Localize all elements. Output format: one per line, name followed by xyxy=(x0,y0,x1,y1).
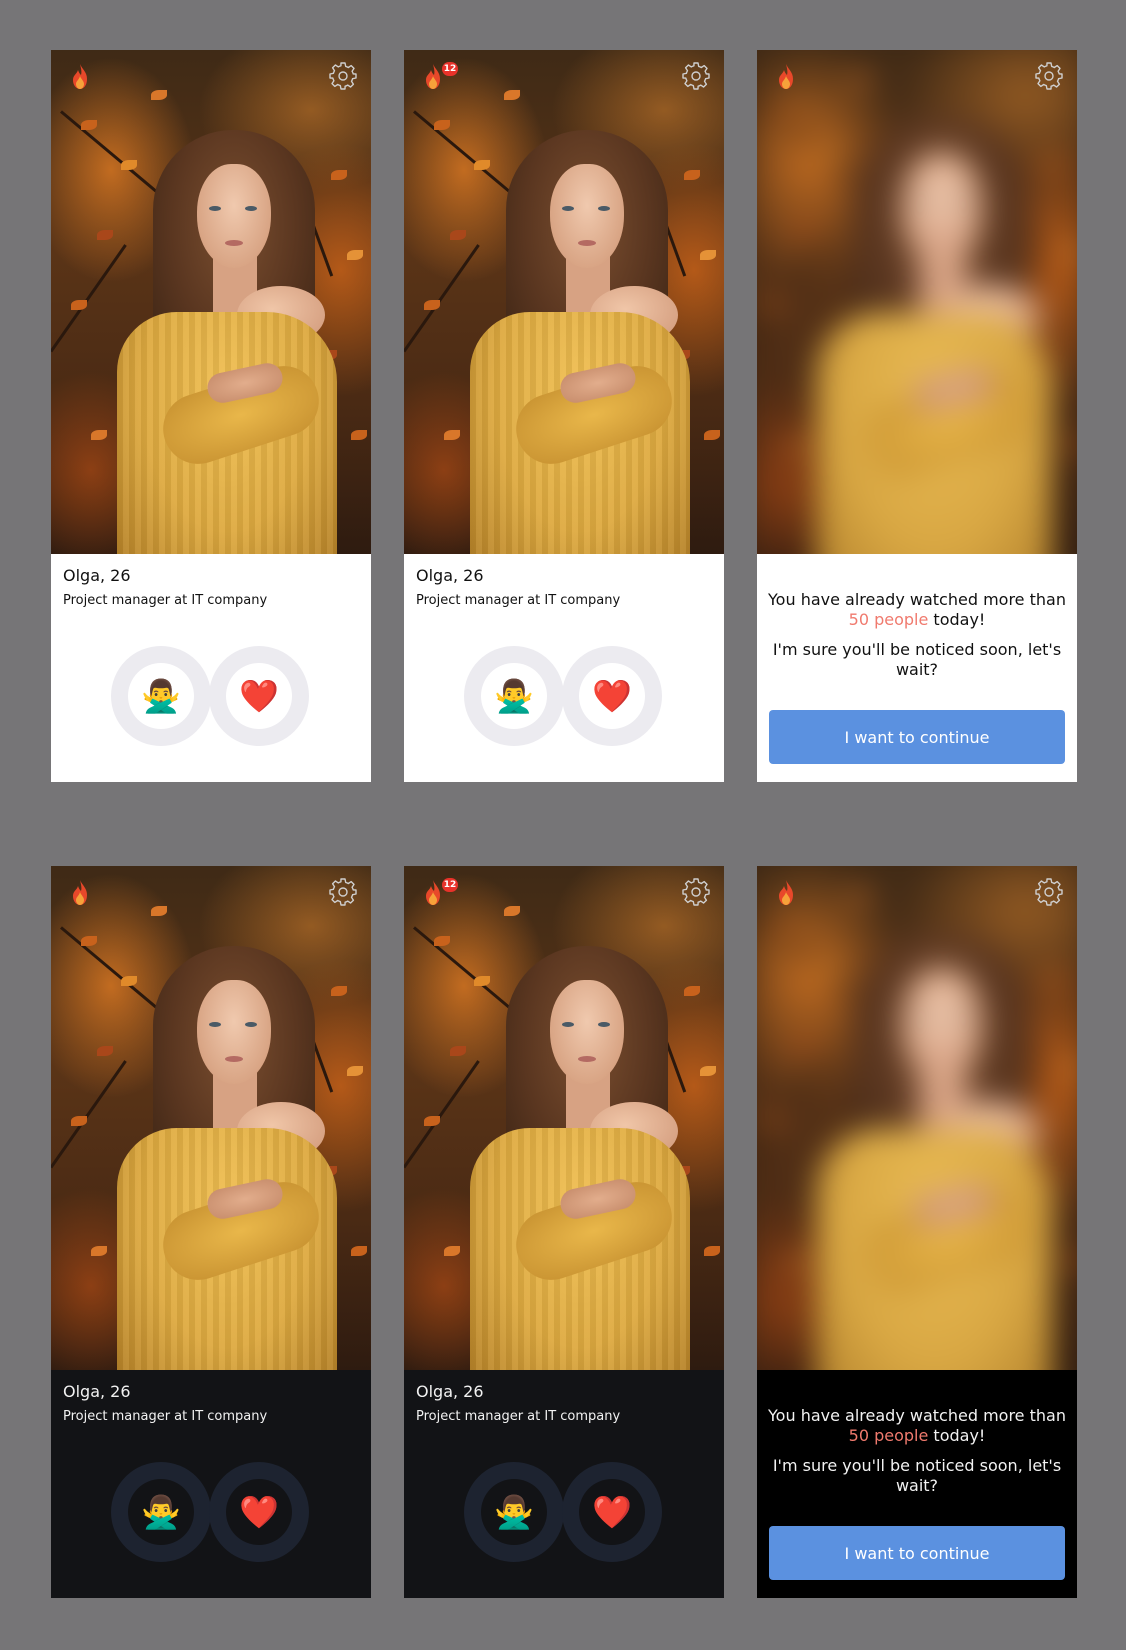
settings-button[interactable] xyxy=(1033,62,1065,94)
photo-scene xyxy=(404,50,724,554)
gear-icon xyxy=(1034,61,1064,95)
continue-button[interactable]: I want to continue xyxy=(769,1526,1065,1580)
limit-message: You have already watched more than 50 pe… xyxy=(768,590,1066,629)
flame-icon xyxy=(422,63,444,95)
profile-photo[interactable] xyxy=(757,50,1077,554)
action-buttons: 🙅‍♂️ ❤️ xyxy=(464,1462,664,1562)
limit-card-dark: You have already watched more than 50 pe… xyxy=(757,866,1077,1598)
profile-name: Olga, 26 xyxy=(63,566,131,585)
flame-icon xyxy=(69,879,91,911)
like-button[interactable]: ❤️ xyxy=(562,1462,662,1562)
profile-job: Project manager at IT company xyxy=(63,593,268,608)
heart-icon: ❤️ xyxy=(579,1479,645,1545)
dislike-button[interactable]: 🙅‍♂️ xyxy=(464,646,564,746)
like-button[interactable]: ❤️ xyxy=(209,1462,309,1562)
gear-icon xyxy=(328,61,358,95)
flame-button[interactable] xyxy=(65,880,95,910)
profile-card-light-badge: 12 Olga, 26 Project manager at IT compan… xyxy=(404,50,724,782)
photo-scene xyxy=(51,50,371,554)
profile-photo[interactable] xyxy=(404,866,724,1370)
gear-icon xyxy=(1034,877,1064,911)
profile-card-light: Olga, 26 Project manager at IT company 🙅… xyxy=(51,50,371,782)
settings-button[interactable] xyxy=(327,62,359,94)
continue-button[interactable]: I want to continue xyxy=(769,710,1065,764)
limit-count: 50 people xyxy=(848,1426,929,1445)
person-gesturing-no-icon: 🙅‍♂️ xyxy=(481,663,547,729)
like-button[interactable]: ❤️ xyxy=(562,646,662,746)
profile-job: Project manager at IT company xyxy=(416,1409,621,1424)
limit-card-light: You have already watched more than 50 pe… xyxy=(757,50,1077,782)
heart-icon: ❤️ xyxy=(226,663,292,729)
limit-subtext: I'm sure you'll be noticed soon, let's w… xyxy=(772,640,1062,679)
action-buttons: 🙅‍♂️ ❤️ xyxy=(464,646,664,746)
profile-card-dark: Olga, 26 Project manager at IT company 🙅… xyxy=(51,866,371,1598)
action-buttons: 🙅‍♂️ ❤️ xyxy=(111,646,311,746)
flame-button[interactable] xyxy=(65,64,95,94)
gear-icon xyxy=(681,61,711,95)
flame-icon xyxy=(422,879,444,911)
flame-button[interactable] xyxy=(771,64,801,94)
limit-message: You have already watched more than 50 pe… xyxy=(768,1406,1066,1445)
flame-icon xyxy=(775,879,797,911)
photo-scene xyxy=(757,866,1077,1370)
action-buttons: 🙅‍♂️ ❤️ xyxy=(111,1462,311,1562)
person-gesturing-no-icon: 🙅‍♂️ xyxy=(128,663,194,729)
profile-job: Project manager at IT company xyxy=(63,1409,268,1424)
gear-icon xyxy=(681,877,711,911)
dislike-button[interactable]: 🙅‍♂️ xyxy=(464,1462,564,1562)
profile-photo[interactable] xyxy=(404,50,724,554)
settings-button[interactable] xyxy=(680,62,712,94)
gear-icon xyxy=(328,877,358,911)
dislike-button[interactable]: 🙅‍♂️ xyxy=(111,1462,211,1562)
notification-badge: 12 xyxy=(442,878,458,892)
profile-photo[interactable] xyxy=(757,866,1077,1370)
flame-icon xyxy=(775,63,797,95)
profile-name: Olga, 26 xyxy=(416,566,484,585)
profile-card-dark-badge: 12 Olga, 26 Project manager at IT compan… xyxy=(404,866,724,1598)
profile-name: Olga, 26 xyxy=(416,1382,484,1401)
limit-count: 50 people xyxy=(848,610,929,629)
limit-subtext: I'm sure you'll be noticed soon, let's w… xyxy=(772,1456,1062,1495)
settings-button[interactable] xyxy=(680,878,712,910)
photo-scene xyxy=(51,866,371,1370)
flame-button[interactable] xyxy=(771,880,801,910)
photo-scene xyxy=(404,866,724,1370)
profile-photo[interactable] xyxy=(51,50,371,554)
profile-name: Olga, 26 xyxy=(63,1382,131,1401)
heart-icon: ❤️ xyxy=(579,663,645,729)
profile-photo[interactable] xyxy=(51,866,371,1370)
settings-button[interactable] xyxy=(327,878,359,910)
person-gesturing-no-icon: 🙅‍♂️ xyxy=(128,1479,194,1545)
notification-badge: 12 xyxy=(442,62,458,76)
photo-scene xyxy=(757,50,1077,554)
dislike-button[interactable]: 🙅‍♂️ xyxy=(111,646,211,746)
settings-button[interactable] xyxy=(1033,878,1065,910)
profile-job: Project manager at IT company xyxy=(416,593,621,608)
like-button[interactable]: ❤️ xyxy=(209,646,309,746)
heart-icon: ❤️ xyxy=(226,1479,292,1545)
flame-icon xyxy=(69,63,91,95)
person-gesturing-no-icon: 🙅‍♂️ xyxy=(481,1479,547,1545)
